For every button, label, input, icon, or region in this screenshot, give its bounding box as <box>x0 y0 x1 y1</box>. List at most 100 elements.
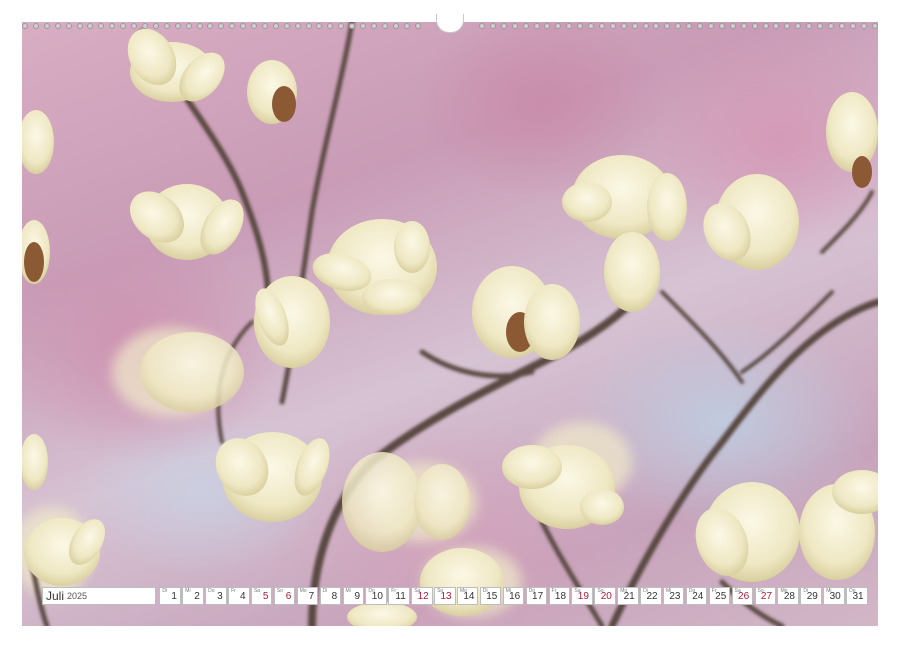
binding-ring <box>305 23 312 29</box>
binding-ring <box>795 23 802 29</box>
weekday-label: Mo <box>299 588 307 594</box>
binding-ring <box>642 23 649 29</box>
binding-ring <box>544 23 551 29</box>
binding-ring <box>664 23 671 29</box>
binding-ring <box>653 23 660 29</box>
binding-ring <box>708 23 714 29</box>
day-cell: Sa 5 <box>250 587 273 605</box>
binding-ring <box>207 23 214 29</box>
day-number: 14 <box>463 591 475 602</box>
binding-ring <box>849 23 856 29</box>
binding-ring <box>185 23 192 29</box>
day-number: 3 <box>217 591 223 602</box>
binding-ring <box>403 23 410 29</box>
calendar-strip: Juli 2025 Di 1 Mi 2 Do 3 Fr 4 Sa 5 So 6 Mo 7 Di 8 Mi 9 Do 1… <box>42 587 868 605</box>
day-cell: Di 15 <box>479 587 502 605</box>
day-cell: Mo 14 <box>456 587 479 605</box>
day-number: 18 <box>554 591 567 602</box>
day-cell: Sa 26 <box>731 587 754 605</box>
day-number: 16 <box>509 591 521 602</box>
day-number: 21 <box>623 591 635 602</box>
binding-ring <box>218 23 225 29</box>
weekday-label: Di <box>322 588 328 594</box>
binding-ring <box>588 23 595 29</box>
day-cell: Di 8 <box>319 587 342 605</box>
binding-ring <box>555 23 562 29</box>
binding-ring <box>272 23 279 29</box>
binding-ring <box>675 23 682 29</box>
binding-ring <box>533 23 540 29</box>
day-cell: Fr 25 <box>708 587 731 605</box>
binding-ring <box>500 23 507 29</box>
day-number: 5 <box>262 591 269 602</box>
year-label: 2025 <box>67 591 88 601</box>
weekday-label: Mi <box>345 588 351 594</box>
binding-ring <box>360 23 367 29</box>
binding-ring <box>609 23 616 29</box>
day-cell: Mo 28 <box>777 587 799 605</box>
day-cell: Mi 16 <box>502 587 525 605</box>
binding-ring <box>120 23 127 29</box>
binding-ring <box>131 23 138 29</box>
binding-ring <box>65 23 72 29</box>
day-cell: Mi 30 <box>823 587 845 605</box>
binding-ring <box>283 23 290 29</box>
binding-ring <box>294 23 301 29</box>
day-cell: Do 10 <box>365 587 387 605</box>
day-number: 8 <box>331 591 338 602</box>
day-cells: Di 1 Mi 2 Do 3 Fr 4 Sa 5 So 6 Mo 7 Di 8 Mi 9 Do 10 Fr 11 Sa 12 S… <box>158 587 868 605</box>
binding-ring <box>43 23 50 29</box>
binding-ring <box>566 23 573 29</box>
binding-ring <box>98 23 105 29</box>
binding-ring <box>87 23 94 29</box>
day-number: 12 <box>417 591 429 602</box>
binding-ring <box>827 23 834 29</box>
binding-ring <box>806 23 813 29</box>
weekday-label: Do <box>208 588 215 594</box>
binding-ring <box>871 23 878 29</box>
binding-ring <box>22 23 28 29</box>
binding-ring <box>109 23 116 29</box>
day-number: 29 <box>806 591 818 602</box>
binding-ring <box>686 23 693 29</box>
binding-ring <box>751 23 758 29</box>
binding-ring <box>620 23 627 29</box>
day-number: 11 <box>395 591 406 602</box>
binding-ring <box>152 23 159 29</box>
day-cell: Do 24 <box>685 587 708 605</box>
day-number: 7 <box>308 591 315 602</box>
month-label-box: Juli 2025 <box>42 587 156 605</box>
binding-ring <box>381 23 388 29</box>
day-cell: Mi 23 <box>662 587 685 605</box>
day-cell: Do 3 <box>205 587 227 605</box>
binding-ring <box>729 23 736 29</box>
binding-ring <box>392 23 399 29</box>
binding-ring <box>511 23 518 29</box>
binding-ring <box>76 23 83 29</box>
day-cell: So 27 <box>754 587 777 605</box>
day-number: 17 <box>532 591 544 602</box>
magnolia-blossoms <box>22 28 878 626</box>
day-cell: Sa 19 <box>571 587 593 605</box>
binding-ring <box>762 23 769 29</box>
binding-ring <box>32 23 39 29</box>
binding-ring <box>251 23 258 29</box>
binding-ring <box>196 23 203 29</box>
day-cell: Mi 2 <box>182 587 204 605</box>
day-number: 22 <box>646 591 658 602</box>
binding-ring <box>740 23 747 29</box>
binding-ring <box>316 23 323 29</box>
day-number: 28 <box>783 591 795 602</box>
day-cell: Do 31 <box>846 587 868 605</box>
binding-ring <box>229 23 236 29</box>
binding-ring <box>174 23 181 29</box>
binding-ring <box>261 23 268 29</box>
day-number: 15 <box>486 591 498 602</box>
binding-ring <box>773 23 780 29</box>
binding-ring <box>327 23 334 29</box>
day-number: 24 <box>692 591 704 602</box>
weekday-label: Di <box>162 588 168 594</box>
day-cell: Di 29 <box>800 587 822 605</box>
day-cell: Mo 7 <box>296 587 319 605</box>
weekday-label: Sa <box>253 588 261 594</box>
